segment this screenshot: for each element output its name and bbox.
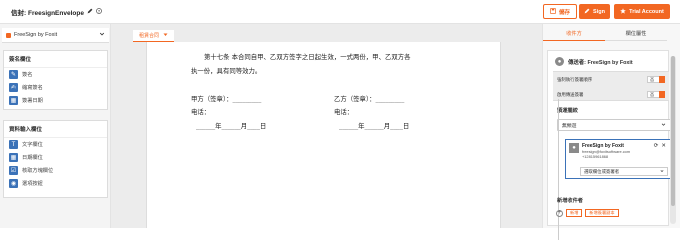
save-icon (550, 7, 556, 16)
document-title: 信封: FreesignEnvelope ? (11, 7, 102, 17)
help-icon[interactable]: ? (96, 8, 102, 16)
trial-account-button[interactable]: Trial Account (614, 4, 670, 19)
tab-document[interactable]: 租賃合同 (133, 30, 175, 42)
field-sign-date[interactable]: ▦ 簽署日期 (4, 94, 107, 107)
signer-phone: +12815961868 (582, 154, 609, 159)
signer-role-select[interactable]: 選取欄位或簽署者 (580, 167, 668, 176)
toggle-enable-send[interactable]: 啟用傳送簽署 否 (553, 87, 669, 102)
options-box: 強制執行簽署順序 否 啟用傳送簽署 否 (553, 71, 669, 101)
field-initials[interactable]: ✍ 縮寫簽名 (4, 81, 107, 94)
signature-fields-panel: 簽名欄位 ✎ 簽名 ✍ 縮寫簽名 ▦ 簽署日期 (3, 50, 108, 110)
scrollbar-thumb[interactable] (671, 56, 675, 206)
data-fields-panel: 資料輸入欄位 T 文字欄位 ▦ 日期欄位 ☑ 核取方塊欄位 ◉ 選項按鈕 (3, 120, 108, 198)
right-tabs: 收件方 欄位屬性 (543, 27, 667, 41)
user-icon: ● (555, 57, 564, 66)
panel-title: 簽名欄位 (4, 51, 107, 68)
signing-order-select[interactable]: 無類遊 (557, 119, 671, 131)
date-field-icon: ▦ (9, 153, 18, 162)
tab-recipients[interactable]: 收件方 (543, 27, 605, 41)
tab-field-properties[interactable]: 欄位屬性 (605, 27, 667, 41)
order-connector (558, 99, 559, 240)
save-button[interactable]: 儲存 (543, 4, 577, 19)
field-date[interactable]: ▦ 日期欄位 (4, 151, 107, 164)
add-button[interactable]: 新增 (566, 209, 583, 217)
party-b-date: ______年______月____日 (339, 122, 410, 130)
sign-button[interactable]: Sign (579, 4, 610, 19)
right-panel: 收件方 欄位屬性 ● 傳送者: FreeSign by Foxit 強制執行簽署… (542, 24, 680, 240)
clause-line-2: 执一份，具有同等效力。 (191, 67, 262, 75)
account-dropdown[interactable]: FreeSign by Foxit (2, 28, 109, 43)
field-signature[interactable]: ✎ 簽名 (4, 68, 107, 81)
add-recipient-row: + 新增 新增簽署副本 (556, 209, 619, 217)
user-avatar-icon: ● (569, 143, 579, 153)
caret-down-icon (163, 32, 168, 39)
star-icon (620, 7, 626, 16)
add-cc-button[interactable]: 新增簽署副本 (585, 209, 619, 217)
toggle-enforce-order[interactable]: 強制執行簽署順序 否 (553, 72, 669, 87)
toggle-switch[interactable]: 否 (647, 91, 665, 98)
calendar-icon: ▦ (9, 96, 18, 105)
document-page: 第十七条 本合同自甲、乙双方签字之日起生效，一式两份，甲、乙双方各 执一份，具有… (146, 42, 501, 228)
field-text[interactable]: T 文字欄位 (4, 138, 107, 151)
chevron-down-icon (661, 122, 666, 129)
envelope-name: 信封: FreesignEnvelope (11, 10, 84, 17)
party-a-signature: 甲方（签章）：_________ (191, 95, 262, 103)
close-icon[interactable]: ✕ (661, 143, 666, 149)
chevron-down-icon (660, 169, 664, 174)
toggle-switch[interactable]: 否 (647, 76, 665, 83)
left-sidebar: FreeSign by Foxit 簽名欄位 ✎ 簽名 ✍ 縮寫簽名 ▦ 簽署日… (0, 24, 111, 228)
document-area: 租賃合同 第十七条 本合同自甲、乙双方签字之日起生效，一式两份，甲、乙双方各 执… (111, 24, 542, 228)
signer-actions: ⟳ ✕ (654, 143, 666, 149)
plus-icon[interactable]: + (556, 209, 563, 217)
account-logo-icon (6, 32, 11, 38)
checkbox-field-icon: ☑ (9, 166, 18, 175)
party-b-phone: 电话： (334, 108, 354, 116)
party-a-date: ______年______月____日 (196, 122, 267, 130)
signer-card[interactable]: ● FreeSign by Foxit freesign@foxitsoftwa… (565, 139, 671, 179)
panel-title: 資料輸入欄位 (4, 121, 107, 138)
radio-button-icon: ◉ (9, 179, 18, 188)
text-field-icon: T (9, 140, 18, 149)
field-checkbox[interactable]: ☑ 核取方塊欄位 (4, 164, 107, 177)
top-bar: 信封: FreesignEnvelope ? 儲存 Sign Trial Acc… (0, 0, 680, 24)
recipients-card: ● 傳送者: FreeSign by Foxit 強制執行簽署順序 否 啟用傳送… (547, 50, 671, 240)
signer-header: ● FreeSign by Foxit freesign@foxitsoftwa… (569, 143, 630, 159)
initials-icon: ✍ (9, 83, 18, 92)
refresh-icon[interactable]: ⟳ (654, 143, 659, 149)
scrollbar[interactable] (670, 56, 676, 224)
field-radio[interactable]: ◉ 選項按鈕 (4, 177, 107, 190)
signing-order-title: 類運擺絞 (557, 108, 578, 114)
svg-text:?: ? (98, 10, 100, 14)
party-b-signature: 乙方（签章）：_________ (334, 95, 405, 103)
sender-row: ● 傳送者: FreeSign by Foxit (555, 57, 633, 66)
add-recipient-title: 新增收件者 (557, 198, 583, 204)
chevron-down-icon (99, 31, 105, 39)
pencil-icon[interactable] (87, 8, 93, 16)
signature-icon: ✎ (9, 70, 18, 79)
pen-icon (584, 8, 590, 16)
party-a-phone: 电话： (191, 108, 211, 116)
clause-line-1: 第十七条 本合同自甲、乙双方签字之日起生效，一式两份，甲、乙双方各 (204, 53, 411, 61)
